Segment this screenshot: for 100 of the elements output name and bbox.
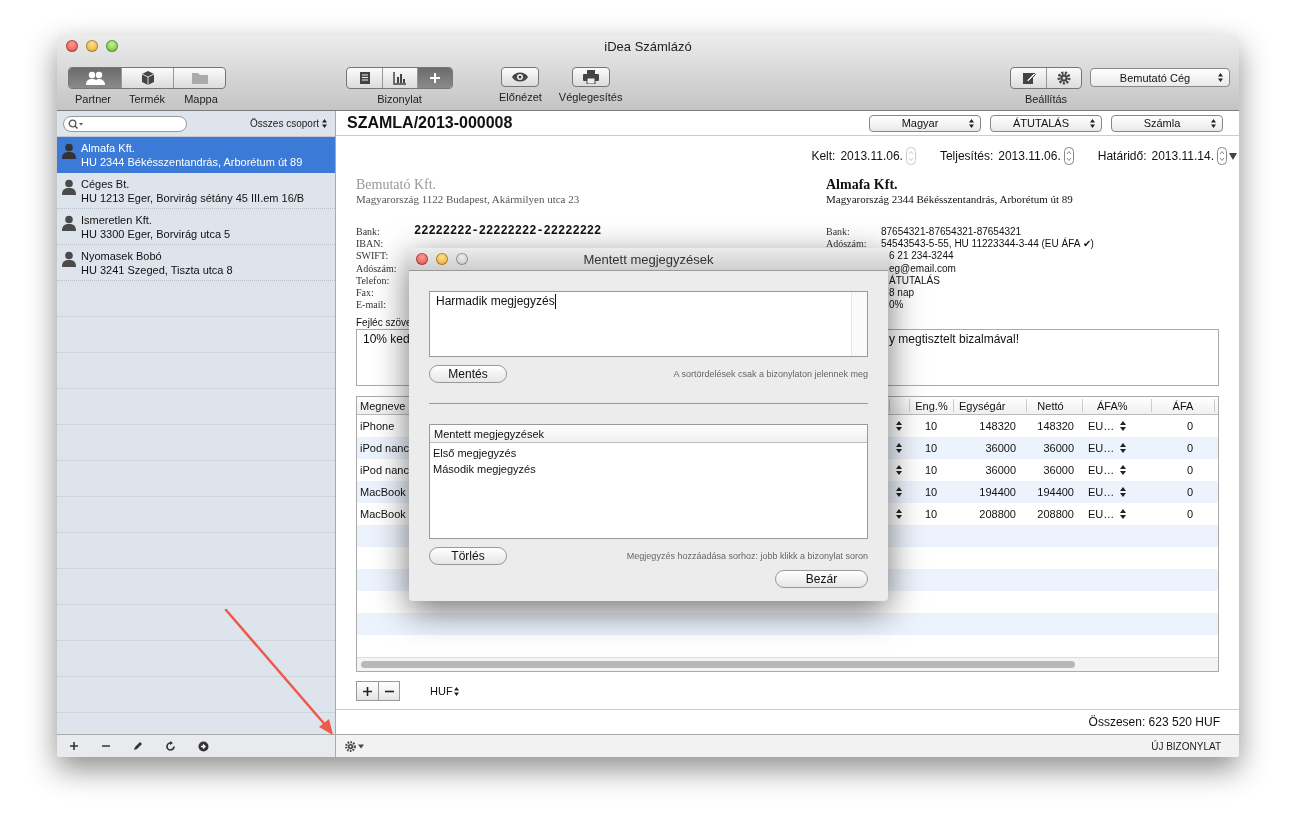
add-icon[interactable] <box>69 741 79 751</box>
stepper-icon[interactable] <box>896 442 902 454</box>
cube-icon <box>139 70 156 86</box>
column-header[interactable]: ÁFA <box>1151 399 1215 412</box>
note-item[interactable]: Első megjegyzés <box>430 445 867 461</box>
field-label: SWIFT: <box>356 250 390 262</box>
company-popup[interactable]: Bemutató Cég <box>1090 68 1230 87</box>
field-label: Fax: <box>356 287 375 299</box>
settings-icon <box>1057 71 1071 85</box>
eye-icon <box>511 71 530 83</box>
close-button[interactable] <box>66 40 78 52</box>
field-value: 6 21 234-3244 <box>888 250 954 262</box>
document-popup[interactable]: Magyar <box>869 114 981 132</box>
table-cell[interactable]: EU… <box>1088 464 1115 476</box>
table-cell-text: 194400 <box>978 486 1017 498</box>
stepper-icon[interactable] <box>896 486 902 498</box>
forward-icon[interactable] <box>198 740 209 752</box>
updown-icon <box>1211 118 1216 128</box>
pencil-icon[interactable] <box>133 741 143 751</box>
date-value[interactable]: 2013.11.14. <box>1151 149 1214 163</box>
edit-icon <box>1021 71 1036 85</box>
save-button[interactable]: Mentés <box>429 365 507 383</box>
date-stepper[interactable] <box>1063 147 1074 165</box>
print-button[interactable] <box>571 67 610 87</box>
field-label: Telefon: <box>356 274 391 286</box>
note-item[interactable]: Második megjegyzés <box>430 461 867 477</box>
stepper-icon[interactable] <box>896 464 902 476</box>
scrollbar-thumb[interactable] <box>361 661 1075 668</box>
remove-row-button[interactable] <box>378 682 399 700</box>
column-header[interactable]: Eng.% <box>909 399 953 412</box>
stepper-icon[interactable] <box>896 420 902 432</box>
stepper-icon[interactable] <box>896 508 902 520</box>
column-header[interactable]: Mentett megjegyzések <box>434 427 545 440</box>
field-value: 54543543-5-55, HU 11223344-3-44 (EU ÁFA ✔) <box>881 237 1094 249</box>
minimize-button[interactable] <box>436 253 448 265</box>
document-popup[interactable]: Számla <box>1111 114 1223 132</box>
table-cell[interactable]: EU… <box>1088 486 1115 498</box>
seller-address: Magyarország 1122 Budapest, Akármilyen utca 23 <box>356 193 581 205</box>
field-label: E-mail: <box>356 299 387 311</box>
stepper-icon[interactable] <box>1120 442 1127 454</box>
table-cell[interactable]: EU… <box>1088 508 1115 520</box>
plus-icon <box>363 686 372 696</box>
column-header[interactable]: Megneve <box>357 399 409 412</box>
search-icon <box>68 118 84 129</box>
table-cell-text: 10 <box>923 486 939 498</box>
stepper-icon[interactable] <box>1120 464 1127 476</box>
table-cell-text: 10 <box>923 420 939 432</box>
settings-segmented-control[interactable] <box>1010 67 1082 89</box>
person-icon <box>62 143 76 159</box>
search-field[interactable] <box>63 115 187 132</box>
column-header[interactable]: Nettó <box>1026 399 1082 412</box>
document-segmented-control[interactable] <box>346 67 453 89</box>
table-cell-text: 10 <box>923 442 939 454</box>
field-value: 87654321-87654321-87654321 <box>881 225 1022 237</box>
chart-icon <box>393 71 407 85</box>
preview-button[interactable] <box>501 67 540 87</box>
document-popup[interactable]: ÁTUTALÁS <box>990 114 1102 132</box>
stepper-icon[interactable] <box>1120 508 1127 520</box>
table-cell-text: 0 <box>1185 486 1194 498</box>
stepper-icon[interactable] <box>1120 420 1127 432</box>
group-filter-popup[interactable]: Összes csoport <box>250 118 327 129</box>
field-value: 22222222-22222222-22222222 <box>414 224 602 239</box>
field-value: ÁTUTALÁS <box>888 274 940 286</box>
partner-item[interactable]: Nyomasek Bobó HU 3241 Szeged, Tiszta utca 8 <box>57 245 335 281</box>
new-document-link[interactable]: ÚJ BIZONYLAT <box>1151 740 1221 752</box>
field-value: 0% <box>888 299 904 311</box>
dropdown-icon[interactable] <box>1229 152 1237 160</box>
gear-menu-icon[interactable] <box>345 740 365 752</box>
partner-address: HU 3241 Szeged, Tiszta utca 8 <box>81 263 233 277</box>
view-segmented-control[interactable] <box>68 67 226 89</box>
updown-icon <box>322 119 327 128</box>
zoom-button[interactable] <box>106 40 118 52</box>
add-button[interactable] <box>417 68 452 88</box>
date-label: Kelt: <box>811 149 836 163</box>
close-button[interactable] <box>416 253 428 265</box>
minimize-button[interactable] <box>86 40 98 52</box>
partner-name: Almafa Kft. <box>81 141 136 155</box>
table-cell[interactable]: EU… <box>1088 442 1115 454</box>
close-dialog-button[interactable]: Bezár <box>775 570 868 588</box>
partner-item[interactable]: Céges Bt. HU 1213 Eger, Borvirág sétány 45 III.em 16/B <box>57 173 335 209</box>
people-icon-button[interactable] <box>69 68 121 88</box>
date-value[interactable]: 2013.11.06. <box>998 149 1061 163</box>
note-field[interactable]: Harmadik megjegyzés <box>429 291 868 357</box>
toolbar-label: Beállítás <box>1024 93 1068 105</box>
person-icon <box>62 251 76 267</box>
refresh-icon[interactable] <box>165 740 176 752</box>
table-cell[interactable]: EU… <box>1088 420 1115 432</box>
partner-item[interactable]: Almafa Kft. HU 2344 Békésszentandrás, Arborétum út 89 <box>57 137 335 173</box>
column-header[interactable]: Egységár <box>953 399 1026 412</box>
add-row-button[interactable] <box>357 682 378 700</box>
delete-button[interactable]: Törlés <box>429 547 507 565</box>
stepper-icon[interactable] <box>1120 486 1127 498</box>
person-icon <box>62 179 76 195</box>
currency-popup[interactable]: HUF <box>430 685 459 697</box>
toolbar-label: Előnézet <box>499 91 542 103</box>
column-header[interactable]: ÁFA% <box>1082 399 1151 412</box>
field-value: eg@email.com <box>888 262 956 274</box>
updown-icon <box>1218 73 1223 82</box>
partner-item[interactable]: Ismeretlen Kft. HU 3300 Eger, Borvirág utca 5 <box>57 209 335 245</box>
updown-icon <box>1090 118 1095 128</box>
